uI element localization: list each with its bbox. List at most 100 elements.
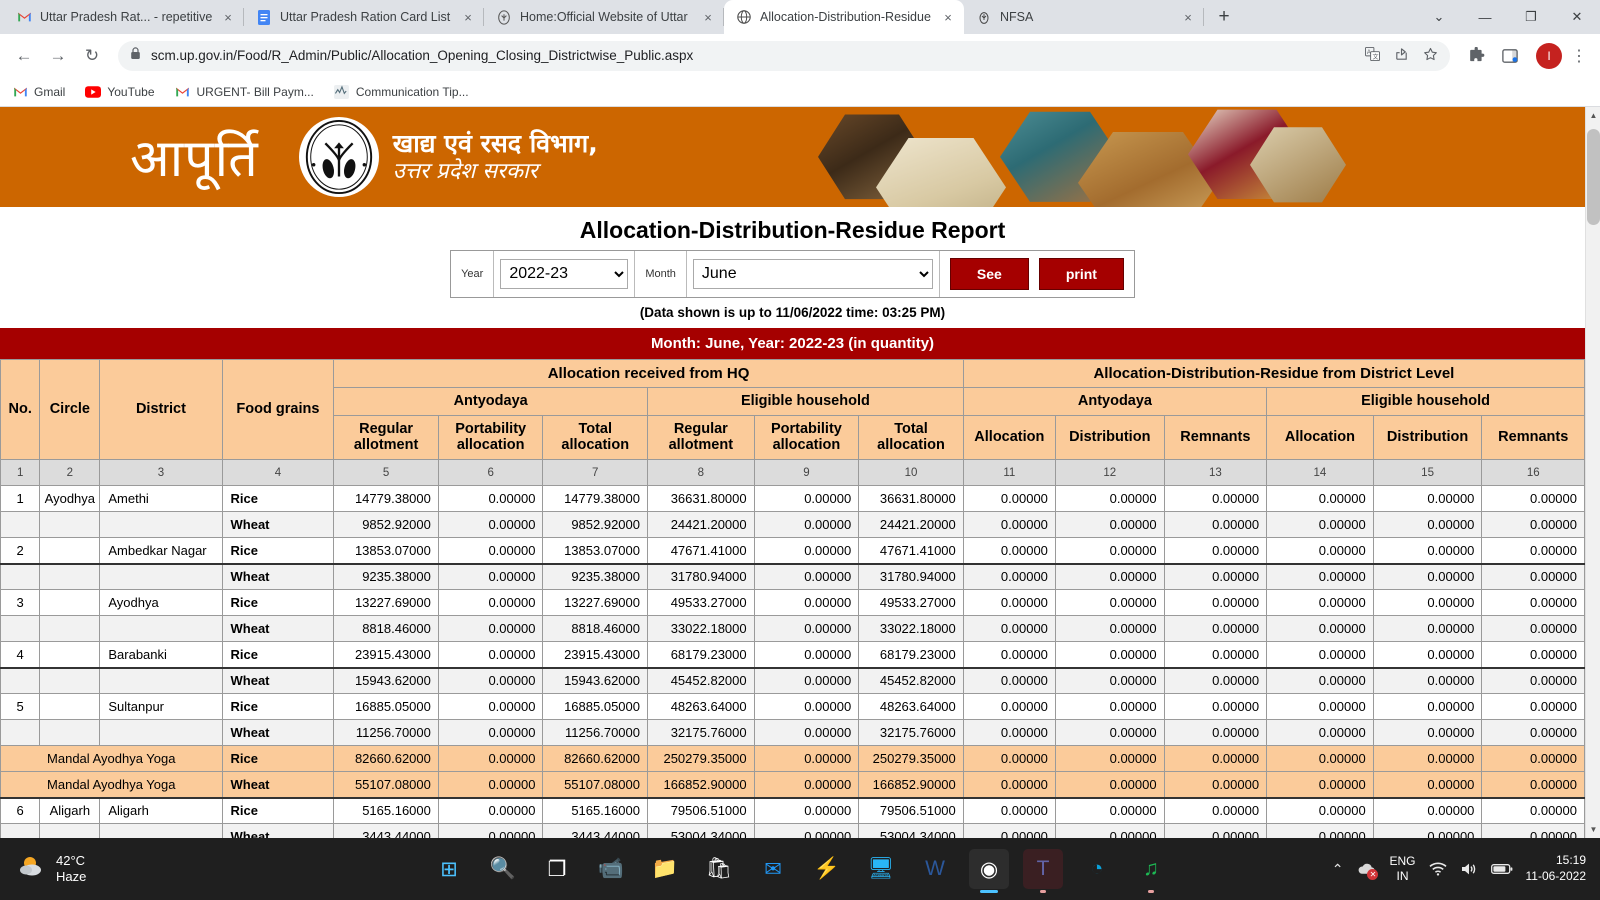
district-link-cell[interactable]: Ayodhya — [99, 589, 223, 617]
value-cell-10: 250279.35000 — [858, 745, 964, 773]
bookmark-star-icon[interactable] — [1423, 47, 1438, 65]
column-number-row: 1 2 3 4 5 6 7 8 9 10 11 12 13 14 15 16 — [0, 459, 1585, 487]
month-select[interactable]: JuneMayAprilMarch — [692, 258, 933, 289]
col-header-leaf-1: Portability allocation — [437, 414, 544, 461]
value-cell-14: 0.00000 — [1266, 589, 1374, 617]
month-year-banner: Month: June, Year: 2022-23 (in quantity) — [0, 327, 1585, 359]
value-cell-10: 68179.23000 — [858, 641, 964, 669]
bookmark-item-communication-tip[interactable]: Communication Tip... — [334, 84, 469, 100]
spotify-icon[interactable]: ♫ — [1131, 849, 1171, 889]
profile-avatar[interactable]: I — [1536, 42, 1562, 69]
chrome-icon[interactable]: ◉ — [969, 849, 1009, 889]
value-cell-10: 45452.82000 — [858, 667, 964, 695]
language-indicator[interactable]: ENG IN — [1389, 854, 1415, 884]
browser-tab-4[interactable]: NFSA × — [964, 0, 1204, 34]
teams-chat-icon[interactable]: 📹 — [591, 849, 631, 889]
district-link-cell[interactable]: Ambedkar Nagar — [99, 537, 223, 565]
onedrive-error-icon[interactable]: ✕ — [1356, 860, 1379, 880]
value-cell-10: 36631.80000 — [858, 485, 964, 513]
district-link-cell — [99, 823, 223, 838]
value-cell-13: 0.00000 — [1163, 537, 1268, 565]
tray-chevron-icon[interactable]: ⌃ — [1332, 861, 1344, 878]
microsoft-store-icon[interactable]: 🛍 — [699, 849, 739, 889]
page-scrollbar[interactable]: ▲ ▼ — [1585, 106, 1600, 838]
col-header-district: District — [99, 358, 223, 461]
minimize-button[interactable]: — — [1462, 0, 1508, 34]
column-number-11: 11 — [962, 459, 1056, 487]
scrollbar-thumb[interactable] — [1587, 128, 1600, 225]
table-row: Wheat 15943.62000 0.00000 15943.62000 45452.… — [0, 667, 1585, 695]
translate-icon[interactable]: A文 — [1365, 47, 1380, 64]
value-cell-15: 0.00000 — [1372, 771, 1483, 799]
value-cell-9: 0.00000 — [753, 719, 860, 747]
value-cell-13: 0.00000 — [1163, 563, 1268, 591]
allocation-report-table: No. Circle District Food grains Allocati… — [0, 358, 1585, 838]
start-button[interactable]: ⊞ — [429, 849, 469, 889]
value-cell-8: 79506.51000 — [647, 797, 755, 825]
scroll-up-arrow-icon[interactable]: ▲ — [1586, 107, 1600, 124]
maximize-button[interactable]: ❐ — [1508, 0, 1554, 34]
taskbar-clock[interactable]: 15:19 11-06-2022 — [1526, 853, 1591, 884]
browser-menu-icon[interactable]: ⋮ — [1566, 41, 1592, 71]
value-cell-9: 0.00000 — [753, 537, 860, 565]
value-cell-5: 55107.08000 — [333, 771, 439, 799]
share-icon[interactable] — [1394, 47, 1409, 65]
address-bar[interactable]: scm.up.gov.in/Food/R_Admin/Public/Alloca… — [118, 40, 1450, 71]
value-cell-14: 0.00000 — [1266, 719, 1374, 747]
value-cell-7: 3443.44000 — [542, 823, 648, 838]
district-link-cell[interactable]: Amethi — [99, 485, 223, 513]
extensions-icon[interactable] — [1460, 40, 1492, 72]
close-window-button[interactable]: ✕ — [1554, 0, 1600, 34]
bookmark-item-urgent-bill[interactable]: URGENT- Bill Paym... — [175, 84, 314, 100]
task-view-icon[interactable]: ❐ — [537, 849, 577, 889]
edge-icon[interactable]: ◔ — [1077, 849, 1117, 889]
tab-title: Allocation-Distribution-Residue R — [760, 10, 932, 24]
wifi-icon[interactable] — [1428, 862, 1447, 876]
browser-tab-0[interactable]: Uttar Pradesh Rat... - repetitive - × — [4, 0, 244, 34]
new-tab-button[interactable]: + — [1210, 3, 1238, 31]
total-label-cell: Mandal Ayodhya Yoga — [0, 771, 223, 799]
column-number-8: 8 — [647, 459, 755, 487]
word-icon[interactable]: W — [915, 849, 955, 889]
battery-icon[interactable] — [1490, 863, 1513, 875]
district-link-cell[interactable]: Sultanpur — [99, 693, 223, 721]
row-number-cell — [0, 719, 41, 747]
district-link-cell[interactable]: Aligarh — [99, 797, 223, 825]
year-label-cell: Year — [451, 250, 495, 297]
tab-search-chevron-icon[interactable]: ⌄ — [1416, 0, 1462, 34]
browser-tab-1[interactable]: Uttar Pradesh Ration Card List - G × — [244, 0, 484, 34]
gmail-icon — [175, 84, 191, 100]
value-cell-12: 0.00000 — [1054, 667, 1165, 695]
forward-button[interactable]: → — [42, 40, 74, 72]
search-icon[interactable]: 🔍 — [483, 849, 523, 889]
close-icon[interactable]: × — [700, 9, 716, 25]
close-icon[interactable]: × — [460, 9, 476, 25]
col-header-food-grains: Food grains — [221, 358, 335, 461]
snap-icon[interactable]: ⚡ — [807, 849, 847, 889]
side-panel-icon[interactable] — [1494, 40, 1526, 72]
bookmark-item-gmail[interactable]: Gmail — [12, 84, 65, 100]
value-cell-5: 11256.70000 — [333, 719, 439, 747]
year-select[interactable]: 2022-232021-222020-21 — [500, 258, 629, 289]
scroll-down-arrow-icon[interactable]: ▼ — [1586, 821, 1600, 838]
row-number-cell: 4 — [0, 641, 41, 669]
browser-tab-3[interactable]: Allocation-Distribution-Residue R × — [724, 0, 964, 34]
reload-button[interactable]: ↻ — [76, 40, 108, 72]
teams-icon[interactable]: T — [1023, 849, 1063, 889]
circle-cell — [39, 719, 101, 747]
back-button[interactable]: ← — [8, 40, 40, 72]
remote-desktop-icon[interactable]: 🖥 — [861, 849, 901, 889]
close-icon[interactable]: × — [1180, 9, 1196, 25]
value-cell-8: 47671.41000 — [647, 537, 755, 565]
bookmark-item-youtube[interactable]: YouTube — [85, 84, 155, 100]
file-explorer-icon[interactable]: 📁 — [645, 849, 685, 889]
browser-tab-2[interactable]: Home:Official Website of Uttar Pr × — [484, 0, 724, 34]
close-icon[interactable]: × — [940, 9, 956, 25]
print-button[interactable]: print — [1038, 257, 1124, 290]
mail-icon[interactable]: ✉ — [753, 849, 793, 889]
volume-icon[interactable] — [1460, 862, 1478, 876]
close-icon[interactable]: × — [220, 9, 236, 25]
district-link-cell[interactable]: Barabanki — [99, 641, 223, 669]
value-cell-8: 166852.90000 — [647, 771, 755, 799]
see-button[interactable]: See — [949, 257, 1029, 290]
